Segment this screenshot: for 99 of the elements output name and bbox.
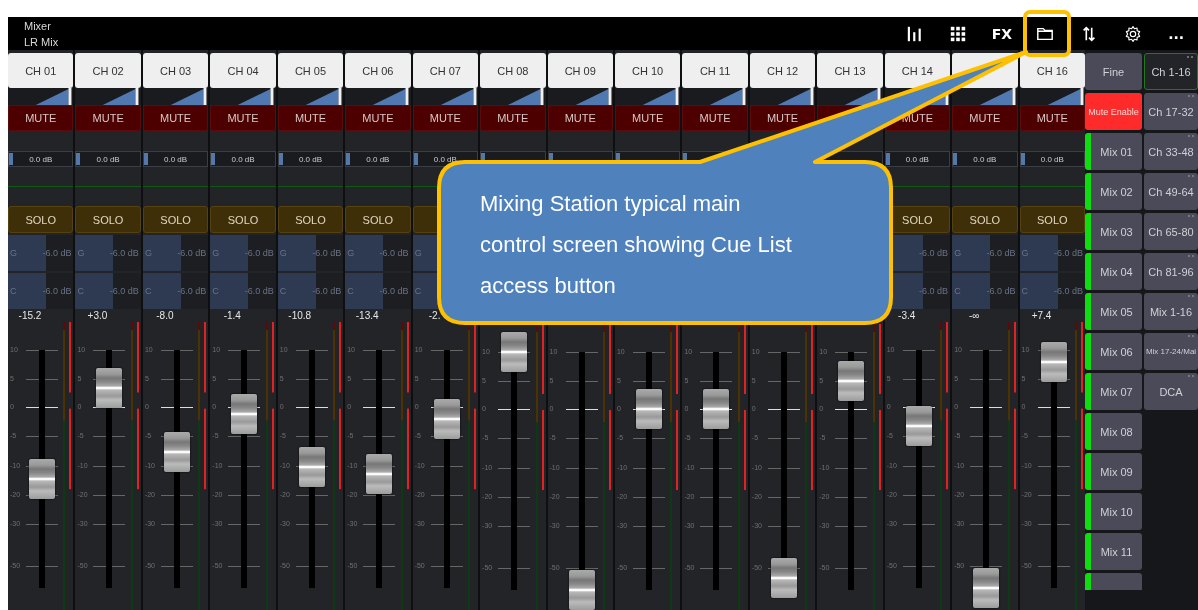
- mix-button[interactable]: Mix 03: [1085, 213, 1142, 250]
- fader-value: -15.2: [18, 309, 42, 322]
- channel-name-button[interactable]: CH 03: [142, 53, 209, 88]
- solo-button[interactable]: SOLO: [142, 206, 209, 233]
- solo-button[interactable]: SOLO: [345, 206, 411, 233]
- channel-name-button[interactable]: CH 16: [1019, 53, 1085, 88]
- send-value: -6.0 dB: [109, 286, 139, 296]
- fader-value: -13.4: [355, 309, 379, 322]
- mute-button[interactable]: MUTE: [1019, 105, 1085, 131]
- send-value: -6.0 dB: [312, 286, 342, 296]
- mute-button[interactable]: MUTE: [75, 105, 141, 131]
- mix-button[interactable]: Mix 04: [1085, 253, 1142, 290]
- gain-field[interactable]: 0.0 dB: [75, 151, 141, 167]
- gain-field[interactable]: 0.0 dB: [345, 151, 411, 167]
- solo-button[interactable]: SOLO: [210, 206, 276, 233]
- fader-value: -3.4: [898, 309, 916, 322]
- channel-name-button[interactable]: CH 12: [749, 53, 816, 88]
- send-value: -6.0 dB: [986, 248, 1016, 258]
- mix-button[interactable]: Mix 09: [1085, 453, 1142, 490]
- window-subtitle: LR Mix: [24, 34, 59, 50]
- send-value: -6.0 dB: [244, 248, 274, 258]
- layer-button[interactable]: Ch 1-16: [1144, 53, 1198, 90]
- gain-field[interactable]: 0.0 dB: [277, 151, 344, 167]
- fine-button[interactable]: Fine: [1085, 53, 1142, 90]
- channel-name-button[interactable]: CH 06: [345, 53, 411, 88]
- gain-field[interactable]: 0.0 dB: [8, 151, 74, 167]
- gain-field[interactable]: 0.0 dB: [142, 151, 209, 167]
- solo-button[interactable]: SOLO: [8, 206, 74, 233]
- channel-name-button[interactable]: CH 02: [75, 53, 141, 88]
- mix-button[interactable]: Mix 02: [1085, 173, 1142, 210]
- channel-name-button[interactable]: CH 04: [210, 53, 276, 88]
- send-value: -6.0 dB: [986, 286, 1016, 296]
- mute-button[interactable]: MUTE: [547, 105, 613, 131]
- mute-button[interactable]: MUTE: [210, 105, 276, 131]
- send-value: -6.0 dB: [919, 248, 949, 258]
- fader-value: -∞: [968, 309, 980, 322]
- send-value: -6.0 dB: [109, 248, 139, 258]
- send-value: -6.0 dB: [177, 248, 207, 258]
- channel-name-button[interactable]: CH 01: [8, 53, 74, 88]
- layer-button[interactable]: Ch 49-64: [1144, 173, 1198, 210]
- mute-button[interactable]: MUTE: [277, 105, 344, 131]
- layer-button[interactable]: Mix 17-24/Mai: [1144, 333, 1198, 370]
- gain-field[interactable]: 0.0 dB: [210, 151, 276, 167]
- layer-button[interactable]: Ch 33-48: [1144, 133, 1198, 170]
- mute-button[interactable]: MUTE: [952, 105, 1018, 131]
- mute-button[interactable]: MUTE: [412, 105, 479, 131]
- layer-button[interactable]: Ch 17-32: [1144, 93, 1198, 130]
- mix-button[interactable]: Mix 01: [1085, 133, 1142, 170]
- send-value: -6.0 dB: [42, 248, 72, 258]
- gain-field[interactable]: 0.0 dB: [884, 151, 951, 167]
- channel-name-button[interactable]: CH 05: [277, 53, 344, 88]
- gain-field[interactable]: 0.0 dB: [1019, 151, 1085, 167]
- mute-button[interactable]: MUTE: [8, 105, 74, 131]
- solo-button[interactable]: SOLO: [1019, 206, 1085, 233]
- callout-text: Mixing Station typical main control screen showing Cue List access button: [480, 190, 793, 300]
- mix-button[interactable]: Mix 06: [1085, 333, 1142, 370]
- channel-name-button[interactable]: CH 08: [480, 53, 546, 88]
- solo-button[interactable]: SOLO: [952, 206, 1018, 233]
- mix-button[interactable]: Mix 08: [1085, 413, 1142, 450]
- send-value: -6.0 dB: [1053, 286, 1083, 296]
- send-value: -6.0 dB: [244, 286, 274, 296]
- mute-button[interactable]: MUTE: [682, 105, 748, 131]
- channel-name-button[interactable]: CH 07: [412, 53, 479, 88]
- send-value: -6.0 dB: [177, 286, 207, 296]
- gain-field[interactable]: 0.0 dB: [952, 151, 1018, 167]
- send-value: -6.0 dB: [379, 286, 409, 296]
- solo-button[interactable]: SOLO: [75, 206, 141, 233]
- mute-button[interactable]: MUTE: [480, 105, 546, 131]
- mute-button[interactable]: MUTE: [345, 105, 411, 131]
- layer-button[interactable]: Ch 65-80: [1144, 213, 1198, 250]
- channel-name-button[interactable]: CH 10: [614, 53, 681, 88]
- channel-name-button[interactable]: CH 09: [547, 53, 613, 88]
- fader-value: -1.4: [223, 309, 241, 322]
- fader-value: -2.: [428, 309, 441, 322]
- mix-button[interactable]: Mix 10: [1085, 493, 1142, 530]
- window-title: Mixer: [24, 18, 52, 34]
- layer-button[interactable]: Ch 81-96: [1144, 253, 1198, 290]
- layer-button[interactable]: Mix 1-16: [1144, 293, 1198, 330]
- send-value: -6.0 dB: [42, 286, 72, 296]
- fader-value: -10.8: [288, 309, 312, 322]
- channel-name-button[interactable]: CH 13: [817, 53, 883, 88]
- fx-button[interactable]: FX: [991, 21, 1012, 46]
- mix-button[interactable]: Mix 07: [1085, 373, 1142, 410]
- send-value: -6.0 dB: [919, 286, 949, 296]
- send-value: -6.0 dB: [379, 248, 409, 258]
- mix-button[interactable]: Mix 05: [1085, 293, 1142, 330]
- mix-button[interactable]: Mix 11: [1085, 533, 1142, 570]
- send-value: -6.0 dB: [312, 248, 342, 258]
- mute-button[interactable]: MUTE: [614, 105, 681, 131]
- mute-button[interactable]: MUTE: [142, 105, 209, 131]
- layer-button[interactable]: DCA: [1144, 373, 1198, 410]
- fader-value: +3.0: [87, 309, 108, 322]
- mute-button[interactable]: MUTE: [749, 105, 816, 131]
- more-button[interactable]: ...: [1168, 21, 1185, 46]
- solo-button[interactable]: SOLO: [277, 206, 344, 233]
- fader-value: -8.0: [156, 309, 174, 322]
- channel-name-button[interactable]: CH 11: [682, 53, 748, 88]
- fader-value: +7.4: [1031, 309, 1052, 322]
- send-value: -6.0 dB: [1053, 248, 1083, 258]
